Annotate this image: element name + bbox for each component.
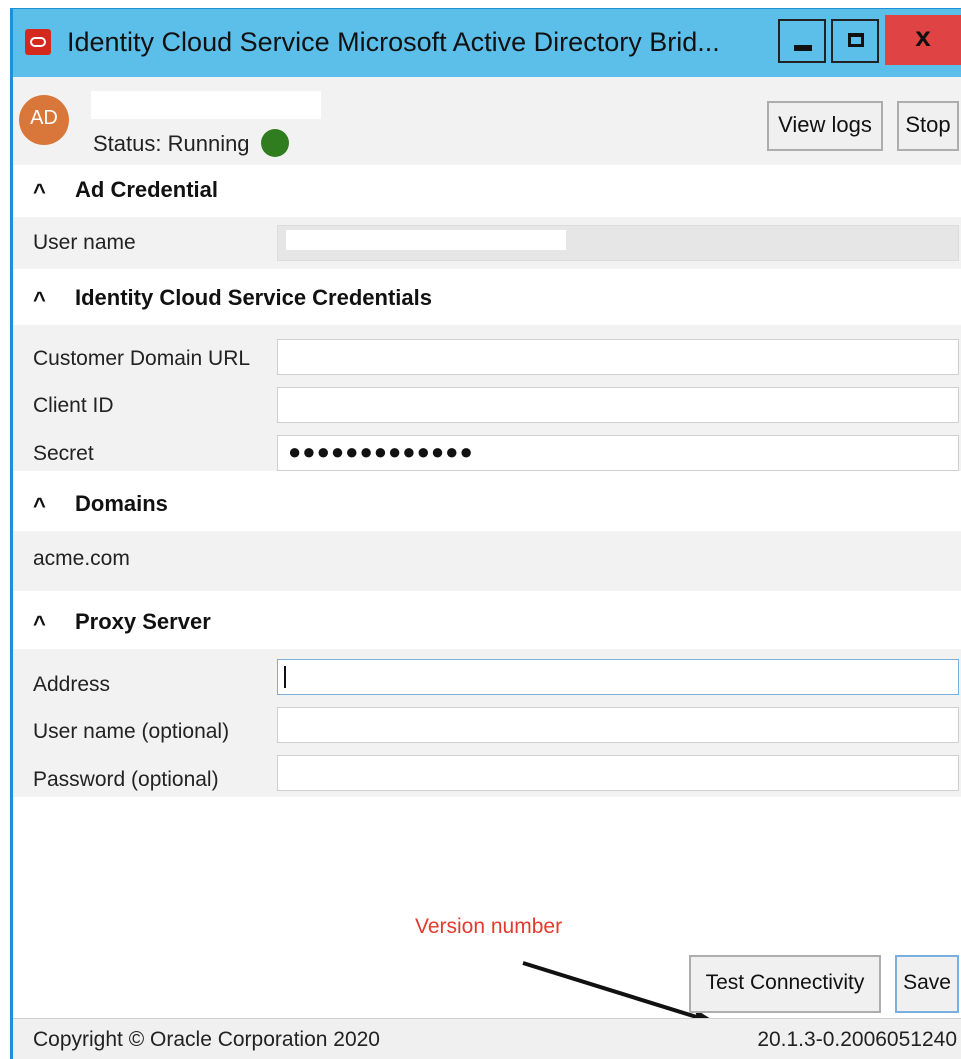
version-number: 20.1.3-0.2006051240	[757, 1028, 957, 1051]
status-bar: Copyright © Oracle Corporation 2020 20.1…	[13, 1018, 961, 1059]
test-connectivity-button[interactable]: Test Connectivity	[689, 955, 881, 1013]
save-button[interactable]: Save	[895, 955, 959, 1013]
annotation-arrow-icon	[522, 961, 719, 1029]
copyright-text: Copyright © Oracle Corporation 2020	[33, 1028, 380, 1051]
app-window: Identity Cloud Service Microsoft Active …	[10, 8, 961, 1059]
